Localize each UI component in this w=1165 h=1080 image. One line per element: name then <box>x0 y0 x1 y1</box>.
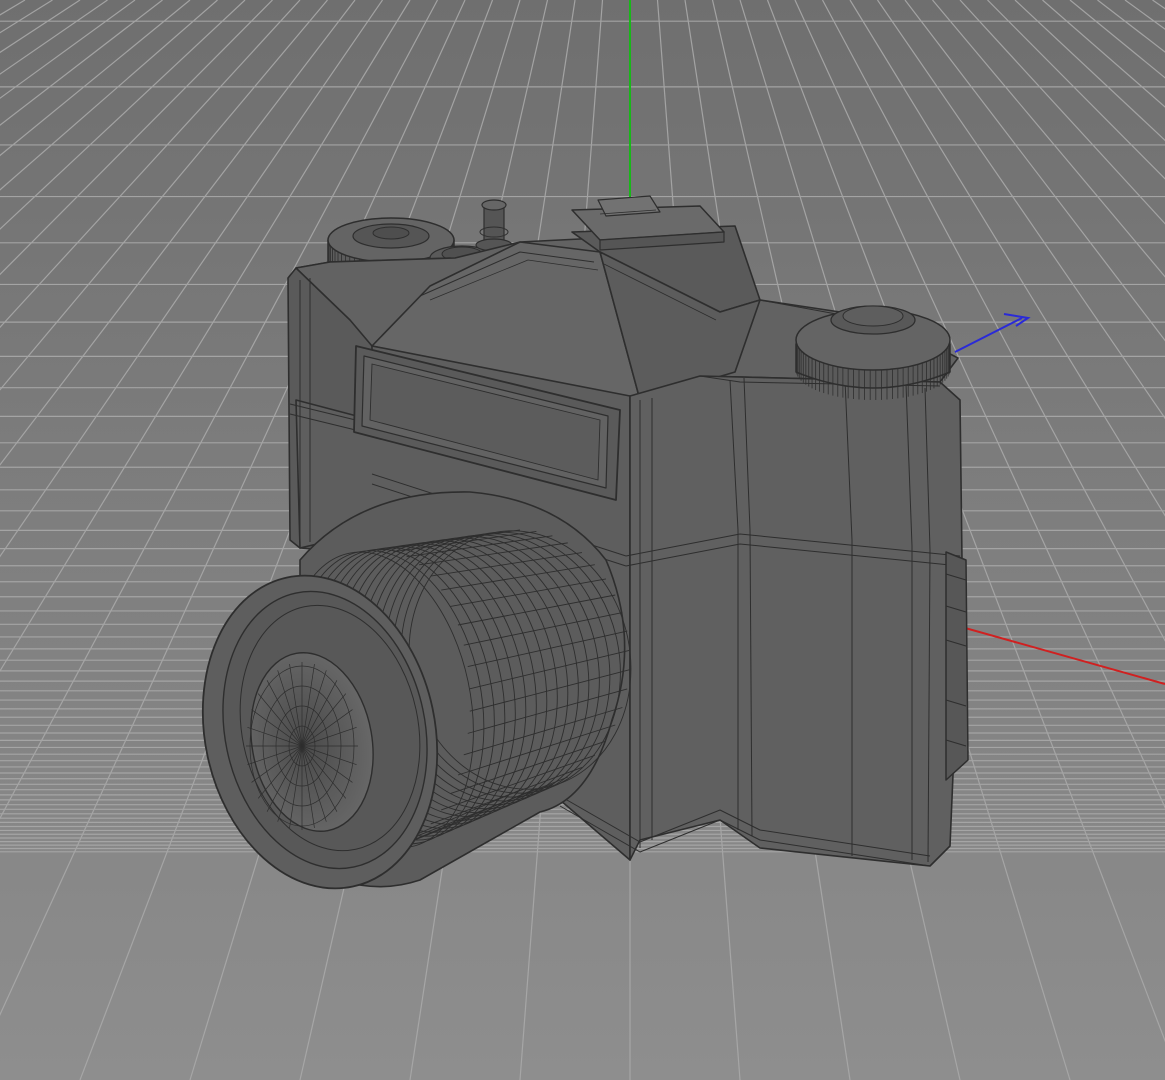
viewport-canvas[interactable] <box>0 0 1165 1080</box>
3d-viewport[interactable] <box>0 0 1165 1080</box>
side-strap-lug[interactable] <box>945 551 969 781</box>
